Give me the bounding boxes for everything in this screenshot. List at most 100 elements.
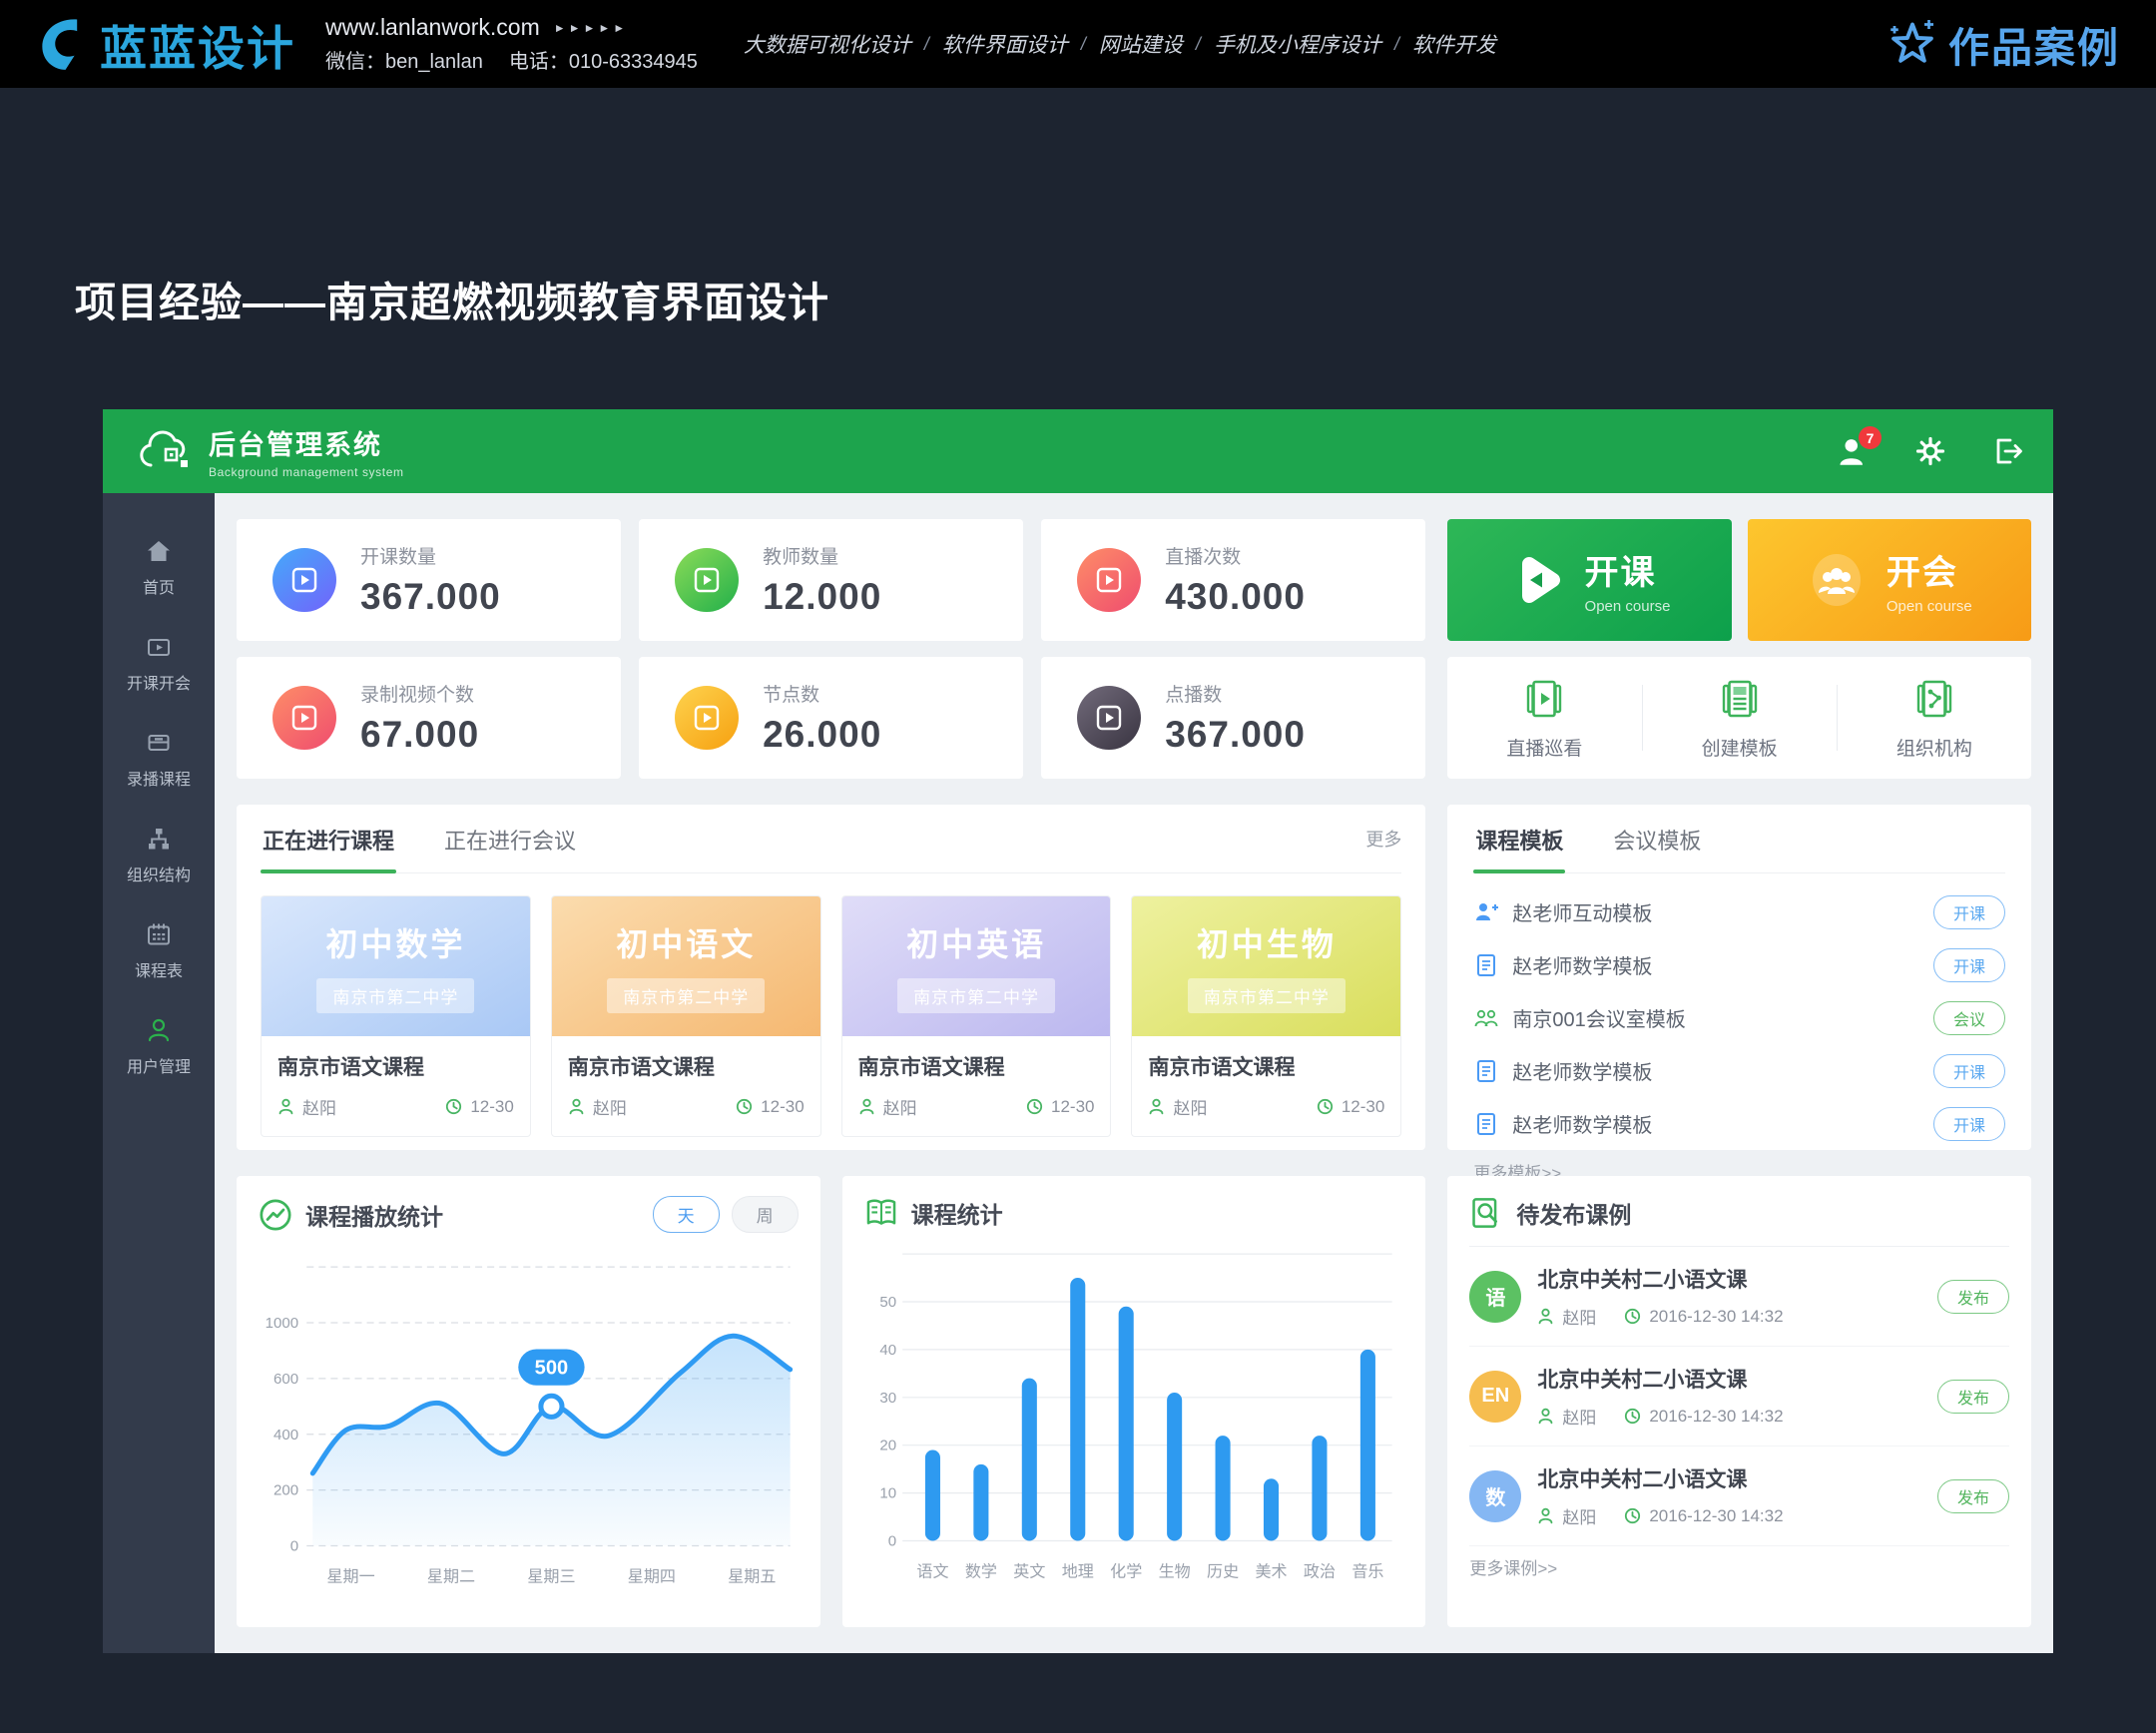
nav-item-mobile[interactable]: 手机及小程序设计 xyxy=(1214,29,1381,59)
portfolio-label: 作品案例 xyxy=(1948,14,2120,74)
nav-item-software-ui[interactable]: 软件界面设计 xyxy=(942,29,1068,59)
toggle-day[interactable]: 天 xyxy=(653,1196,720,1233)
more-lessons-link[interactable]: 更多课例>> xyxy=(1469,1554,2009,1579)
nav-separator: / xyxy=(1183,34,1214,55)
nav-separator: / xyxy=(911,34,942,55)
svg-text:星期五: 星期五 xyxy=(728,1568,776,1586)
course-teacher: 赵阳 xyxy=(593,1094,627,1119)
course-banner-title: 初中数学 xyxy=(325,919,465,965)
nav-item-bigdata[interactable]: 大数据可视化设计 xyxy=(744,29,911,59)
sidebar-item-organization[interactable]: 组织结构 xyxy=(103,807,215,902)
course-stats-panel: 课程统计 01020304050语文数学英文地理化学生物历史美术政治音乐 xyxy=(842,1176,1426,1627)
person-icon xyxy=(1537,1408,1554,1425)
site-logo: 蓝蓝设计 xyxy=(36,10,295,79)
stat-label: 录制视频个数 xyxy=(360,680,479,707)
sidebar-item-user-management[interactable]: 用户管理 xyxy=(103,998,215,1094)
person-plus-icon xyxy=(1473,899,1499,925)
logout-button[interactable] xyxy=(1993,436,2023,466)
sidebar-item-recorded-courses[interactable]: 录播课程 xyxy=(103,711,215,807)
clock-icon xyxy=(736,1098,753,1115)
sidebar-label: 开课开会 xyxy=(127,670,191,694)
course-card-chinese[interactable]: 初中语文 南京市第二中学 南京市语文课程 赵阳 12-30 xyxy=(551,895,821,1137)
open-meeting-button[interactable]: 开会 Open course xyxy=(1748,519,2031,641)
sidebar-label: 录播课程 xyxy=(127,766,191,790)
sidebar-item-schedule[interactable]: 课程表 xyxy=(103,902,215,998)
stat-label: 开课数量 xyxy=(360,542,501,569)
svg-text:语文: 语文 xyxy=(916,1563,948,1581)
portfolio-link[interactable]: 作品案例 xyxy=(1888,14,2120,74)
play-video-icon xyxy=(692,703,722,733)
publish-pill[interactable]: 发布 xyxy=(1937,1280,2009,1314)
svg-text:地理: 地理 xyxy=(1061,1563,1093,1581)
svg-text:美术: 美术 xyxy=(1255,1563,1287,1581)
lesson-datetime: 2016-12-30 14:32 xyxy=(1649,1407,1783,1427)
open-course-button[interactable]: 开课 Open course xyxy=(1447,519,1731,641)
clock-icon xyxy=(445,1098,462,1115)
publish-pill[interactable]: 发布 xyxy=(1937,1479,2009,1513)
svg-text:星期二: 星期二 xyxy=(427,1568,475,1586)
clock-icon xyxy=(1026,1098,1043,1115)
subject-badge: EN xyxy=(1469,1371,1521,1423)
person-icon xyxy=(277,1098,294,1115)
dashboard-title: 后台管理系统 xyxy=(209,423,404,462)
course-card-english[interactable]: 初中英语 南京市第二中学 南京市语文课程 赵阳 12-30 xyxy=(841,895,1112,1137)
open-course-pill[interactable]: 开课 xyxy=(1933,1054,2005,1088)
tab-meeting-templates[interactable]: 会议模板 xyxy=(1611,805,1703,872)
course-card-biology[interactable]: 初中生物 南京市第二中学 南京市语文课程 赵阳 12-30 xyxy=(1131,895,1401,1137)
wechat-label: 微信：ben_lanlan xyxy=(325,45,483,74)
templates-panel: 课程模板 会议模板 赵老师互动模板 开课 赵老师数学模板 开课 xyxy=(1447,805,2031,1150)
stat-value: 26.000 xyxy=(763,714,881,756)
open-course-pill[interactable]: 开课 xyxy=(1933,895,2005,929)
person-icon xyxy=(1148,1098,1165,1115)
toggle-week[interactable]: 周 xyxy=(732,1196,799,1233)
home-icon xyxy=(145,537,173,565)
trend-icon xyxy=(259,1198,292,1232)
stats-area: 开课数量 367.000 教师数量 12.000 直播次数 xyxy=(237,519,1425,779)
shortcut-organization[interactable]: 组织机构 xyxy=(1838,657,2031,779)
shortcut-live-patrol[interactable]: 直播巡看 xyxy=(1447,657,1641,779)
open-course-pill[interactable]: 开课 xyxy=(1933,948,2005,982)
publish-item: EN 北京中关村二小语文课 赵阳 2016-12-30 14:32 发布 xyxy=(1469,1347,2009,1446)
settings-button[interactable] xyxy=(1915,436,1945,466)
tab-ongoing-courses[interactable]: 正在进行课程 xyxy=(261,805,396,872)
magic-star-icon xyxy=(1888,18,1936,70)
tab-course-templates[interactable]: 课程模板 xyxy=(1473,805,1565,872)
stat-label: 直播次数 xyxy=(1165,542,1306,569)
sidebar-item-open-course-meeting[interactable]: 开课开会 xyxy=(103,615,215,711)
clock-icon xyxy=(1624,1308,1641,1325)
open-course-pill[interactable]: 开课 xyxy=(1933,1107,2005,1141)
nav-item-dev[interactable]: 软件开发 xyxy=(1412,29,1496,59)
shortcut-create-template[interactable]: 创建模板 xyxy=(1643,657,1837,779)
nav-item-website[interactable]: 网站建设 xyxy=(1099,29,1183,59)
meeting-pill[interactable]: 会议 xyxy=(1933,1001,2005,1035)
more-link[interactable]: 更多 xyxy=(1365,826,1401,852)
shortcuts-card: 直播巡看 创建模板 xyxy=(1447,657,2031,779)
course-card-math[interactable]: 初中数学 南京市第二中学 南京市语文课程 赵阳 12-30 xyxy=(261,895,531,1137)
course-teacher: 赵阳 xyxy=(1173,1094,1207,1119)
publish-panel: 待发布课例 语 北京中关村二小语文课 赵阳 2016-12-30 14:32 发… xyxy=(1447,1176,2031,1627)
course-time: 12-30 xyxy=(1051,1097,1094,1117)
svg-text:40: 40 xyxy=(879,1342,896,1359)
clock-icon xyxy=(1624,1507,1641,1524)
tab-ongoing-meetings[interactable]: 正在进行会议 xyxy=(442,805,578,872)
stat-card-teachers: 教师数量 12.000 xyxy=(639,519,1023,641)
course-school-tag: 南京市第二中学 xyxy=(1188,978,1346,1013)
svg-text:0: 0 xyxy=(887,1533,895,1550)
publish-item: 数 北京中关村二小语文课 赵阳 2016-12-30 14:32 发布 xyxy=(1469,1446,2009,1546)
course-time: 12-30 xyxy=(1342,1097,1384,1117)
line-chart-svg: 02004006001000星期一星期二星期三星期四星期五500 xyxy=(259,1239,799,1596)
sidebar-item-home[interactable]: 首页 xyxy=(103,519,215,615)
create-template-icon xyxy=(1717,676,1763,722)
course-school-tag: 南京市第二中学 xyxy=(316,978,474,1013)
lesson-title: 北京中关村二小语文课 xyxy=(1537,1463,1783,1493)
actions-area: 开课 Open course 开会 Open course xyxy=(1447,519,2031,779)
meeting-people-icon xyxy=(1807,550,1867,610)
user-account-button[interactable]: 7 xyxy=(1838,436,1868,466)
publish-pill[interactable]: 发布 xyxy=(1937,1380,2009,1414)
person-icon xyxy=(1537,1507,1554,1524)
course-banner-title: 初中生物 xyxy=(1197,919,1337,965)
stat-card-live-sessions: 直播次数 430.000 xyxy=(1041,519,1425,641)
svg-text:1000: 1000 xyxy=(266,1315,299,1332)
stat-value: 67.000 xyxy=(360,714,479,756)
svg-text:星期四: 星期四 xyxy=(628,1568,676,1586)
